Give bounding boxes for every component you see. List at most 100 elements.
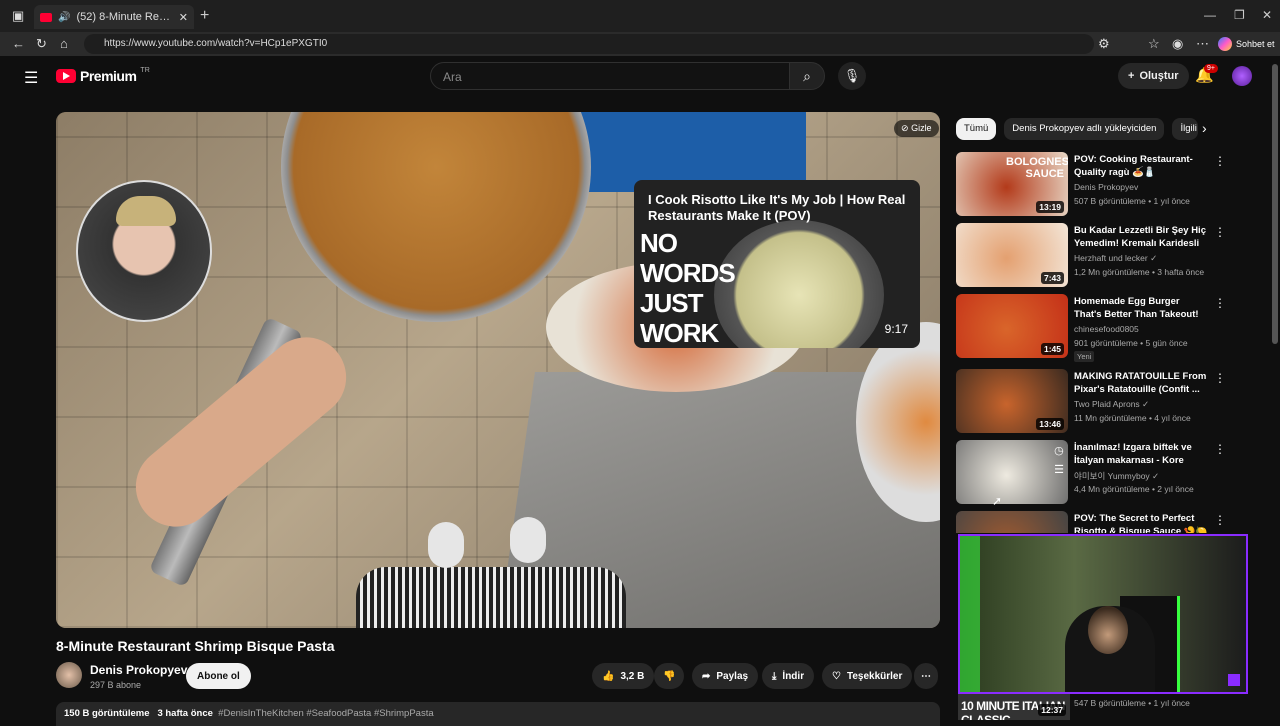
chip-all[interactable]: Tümü	[956, 118, 997, 140]
recommendation-thumbnail[interactable]: BOLOGNESE SAUCE 13:19	[956, 152, 1068, 216]
recommendation-thumbnail[interactable]: ◷ ☰	[956, 440, 1068, 504]
recommendation-meta: 901 görüntüleme • 5 gün önce	[1074, 338, 1188, 348]
close-tab-icon[interactable]: ✕	[179, 11, 188, 24]
channel-name[interactable]: Denis Prokopyev	[90, 663, 187, 677]
search-input[interactable]: Ara	[430, 62, 790, 90]
creator-facecam	[76, 180, 212, 322]
recommendation-thumbnail[interactable]: 7:43	[956, 223, 1068, 287]
youtube-play-icon	[56, 69, 76, 83]
new-badge: Yeni	[1074, 351, 1095, 362]
thumbs-down-icon: 👎	[663, 670, 676, 682]
copilot-label: Sohbet et	[1236, 39, 1275, 49]
browser-tab[interactable]: 🔊 (52) 8-Minute Restaurant Shr ✕	[34, 5, 194, 29]
recommendation-item[interactable]: 7:43 Bu Kadar Lezzetli Bir Şey Hiç Yemedi…	[956, 223, 1226, 289]
home-icon[interactable]: ⌂	[60, 36, 68, 51]
recommendation-thumbnail[interactable]: 1:45	[956, 294, 1068, 358]
share-button[interactable]: ➦ Paylaş	[692, 663, 759, 689]
profile-icon[interactable]: ◉	[1172, 36, 1183, 52]
facecam-hair	[116, 196, 176, 226]
account-avatar[interactable]	[1232, 66, 1252, 86]
recommendation-channel[interactable]: Two Plaid Aprons ✓	[1074, 399, 1149, 410]
url-field[interactable]: https://www.youtube.com/watch?v=HCp1ePXG…	[84, 34, 1094, 54]
eye-off-icon: ⊘	[901, 123, 909, 133]
share-icon: ➦	[702, 670, 711, 682]
thumb-label: BOLOGNESE SAUCE	[1006, 156, 1068, 180]
recommendation-title[interactable]: POV: The Secret to Perfect Risotto & Bis…	[1074, 512, 1208, 533]
recommendation-channel[interactable]: Herzhaft und lecker ✓	[1074, 253, 1157, 264]
logo-wordmark: Premium	[80, 68, 137, 84]
favorites-icon[interactable]: ☆	[1148, 36, 1160, 52]
more-vertical-icon[interactable]: ⋮	[1214, 442, 1226, 456]
microphone-icon: 🎙	[843, 68, 861, 83]
search-placeholder: Ara	[443, 70, 462, 84]
hover-actions: ◷ ☰	[1054, 444, 1064, 476]
extensions-icon[interactable]: ⚙	[1098, 36, 1110, 52]
recommendation-title[interactable]: Homemade Egg Burger That's Better Than T…	[1074, 295, 1208, 321]
search-icon: ⌕	[803, 68, 811, 84]
create-button[interactable]: + Oluştur	[1118, 63, 1189, 89]
speaker-icon[interactable]: 🔊	[58, 12, 70, 23]
voice-search-button[interactable]: 🎙	[838, 62, 866, 90]
duration-badge: 13:19	[1036, 201, 1064, 213]
watch-later-icon[interactable]: ◷	[1054, 444, 1064, 457]
recommendation-item[interactable]: POV: The Secret to Perfect Risotto & Bis…	[956, 511, 1226, 533]
youtube-logo[interactable]: Premium TR	[56, 66, 150, 84]
new-tab-button[interactable]: +	[200, 7, 209, 25]
upload-date: 3 hafta önce	[157, 708, 213, 719]
recommendation-thumbnail[interactable]	[956, 511, 1068, 533]
refresh-icon[interactable]: ↻	[36, 36, 47, 52]
tab-actions-icon[interactable]: ▣	[12, 8, 24, 24]
more-actions-button[interactable]: ⋯	[914, 663, 938, 689]
back-icon[interactable]: ←	[12, 36, 25, 51]
menu-icon[interactable]: ☰	[24, 68, 38, 88]
endscreen-video-card[interactable]: NO WORDS JUST WORK I Cook Risotto Like I…	[634, 180, 920, 348]
recommendation-title[interactable]: MAKING RATATOUILLE From Pixar's Ratatoui…	[1074, 370, 1208, 396]
recommendation-item[interactable]: 13:46 MAKING RATATOUILLE From Pixar's Rat…	[956, 369, 1226, 435]
recommendation-title[interactable]: Bu Kadar Lezzetli Bir Şey Hiç Yemedim! K…	[1074, 224, 1208, 252]
share-label: Paylaş	[716, 670, 749, 682]
recommendation-item[interactable]: BOLOGNESE SAUCE 13:19 POV: Cooking Restaur…	[956, 152, 1226, 218]
more-icon[interactable]: ⋯	[1196, 36, 1209, 52]
video-player[interactable]: ⊘ Gizle NO WORDS JUST WORK I Cook Risott…	[56, 112, 940, 628]
more-vertical-icon[interactable]: ⋮	[1214, 296, 1226, 310]
hashtags[interactable]: #DenisInTheKitchen #SeafoodPasta #Shrimp…	[218, 708, 433, 719]
more-vertical-icon[interactable]: ⋮	[1214, 225, 1226, 239]
maximize-icon[interactable]: ❐	[1234, 8, 1245, 22]
close-window-icon[interactable]: ✕	[1262, 8, 1272, 22]
dislike-button[interactable]: 👎	[654, 663, 685, 689]
video-frame-shoe	[510, 517, 546, 563]
chip-from-uploader[interactable]: Denis Prokopyev adlı yükleyiciden	[1004, 118, 1165, 140]
subscribe-button[interactable]: Abone ol	[186, 663, 251, 689]
copilot-button[interactable]: Sohbet et	[1218, 37, 1275, 51]
minimize-icon[interactable]: —	[1204, 8, 1216, 22]
page-scrollbar[interactable]	[1272, 64, 1278, 344]
webcam-green-light	[960, 536, 980, 692]
more-vertical-icon[interactable]: ⋮	[1214, 371, 1226, 385]
description-box[interactable]: 150 B görüntüleme 3 hafta önce #DenisInT…	[56, 702, 940, 726]
recommendation-channel[interactable]: 야미보이 Yummyboy ✓	[1074, 470, 1159, 482]
chip-related[interactable]: İlgili	[1172, 118, 1199, 140]
download-button[interactable]: ⤓ İndir	[762, 663, 815, 689]
recommendation-thumbnail[interactable]: 13:46	[956, 369, 1068, 433]
recommendation-meta: 1,2 Mn görüntüleme • 3 hafta önce	[1074, 267, 1205, 277]
more-vertical-icon[interactable]: ⋮	[1214, 513, 1226, 527]
recommendation-title[interactable]: İnanılmaz! Izgara biftek ve İtalyan maka…	[1074, 441, 1208, 469]
thanks-button[interactable]: ♡ Teşekkürler	[822, 663, 913, 689]
hide-endcards-button[interactable]: ⊘ Gizle	[894, 120, 939, 137]
recommendation-title[interactable]: POV: Cooking Restaurant-Quality ragù 🍝🧂	[1074, 153, 1208, 179]
logo-country: TR	[140, 66, 150, 74]
url-text: https://www.youtube.com/watch?v=HCp1ePXG…	[104, 38, 328, 49]
channel-avatar[interactable]	[56, 662, 82, 688]
video-frame-apron	[356, 567, 626, 628]
recommendation-channel[interactable]: chinesefood0805	[1074, 324, 1139, 334]
recommendation-item[interactable]: 1:45 Homemade Egg Burger That's Better Th…	[956, 294, 1226, 362]
recommendation-thumbnail[interactable]: 10 MINUTE ITALIAN CLASSIC 12:37	[958, 694, 1070, 720]
more-horizontal-icon: ⋯	[921, 670, 931, 682]
add-to-queue-icon[interactable]: ☰	[1054, 463, 1064, 476]
video-title: 8-Minute Restaurant Shrimp Bisque Pasta	[56, 638, 335, 654]
more-vertical-icon[interactable]: ⋮	[1214, 154, 1226, 168]
search-button[interactable]: ⌕	[789, 62, 825, 90]
like-button[interactable]: 👍 3,2 B	[592, 663, 655, 689]
recommendation-channel[interactable]: Denis Prokopyev	[1074, 182, 1138, 192]
chevron-right-icon[interactable]: ›	[1202, 120, 1207, 136]
